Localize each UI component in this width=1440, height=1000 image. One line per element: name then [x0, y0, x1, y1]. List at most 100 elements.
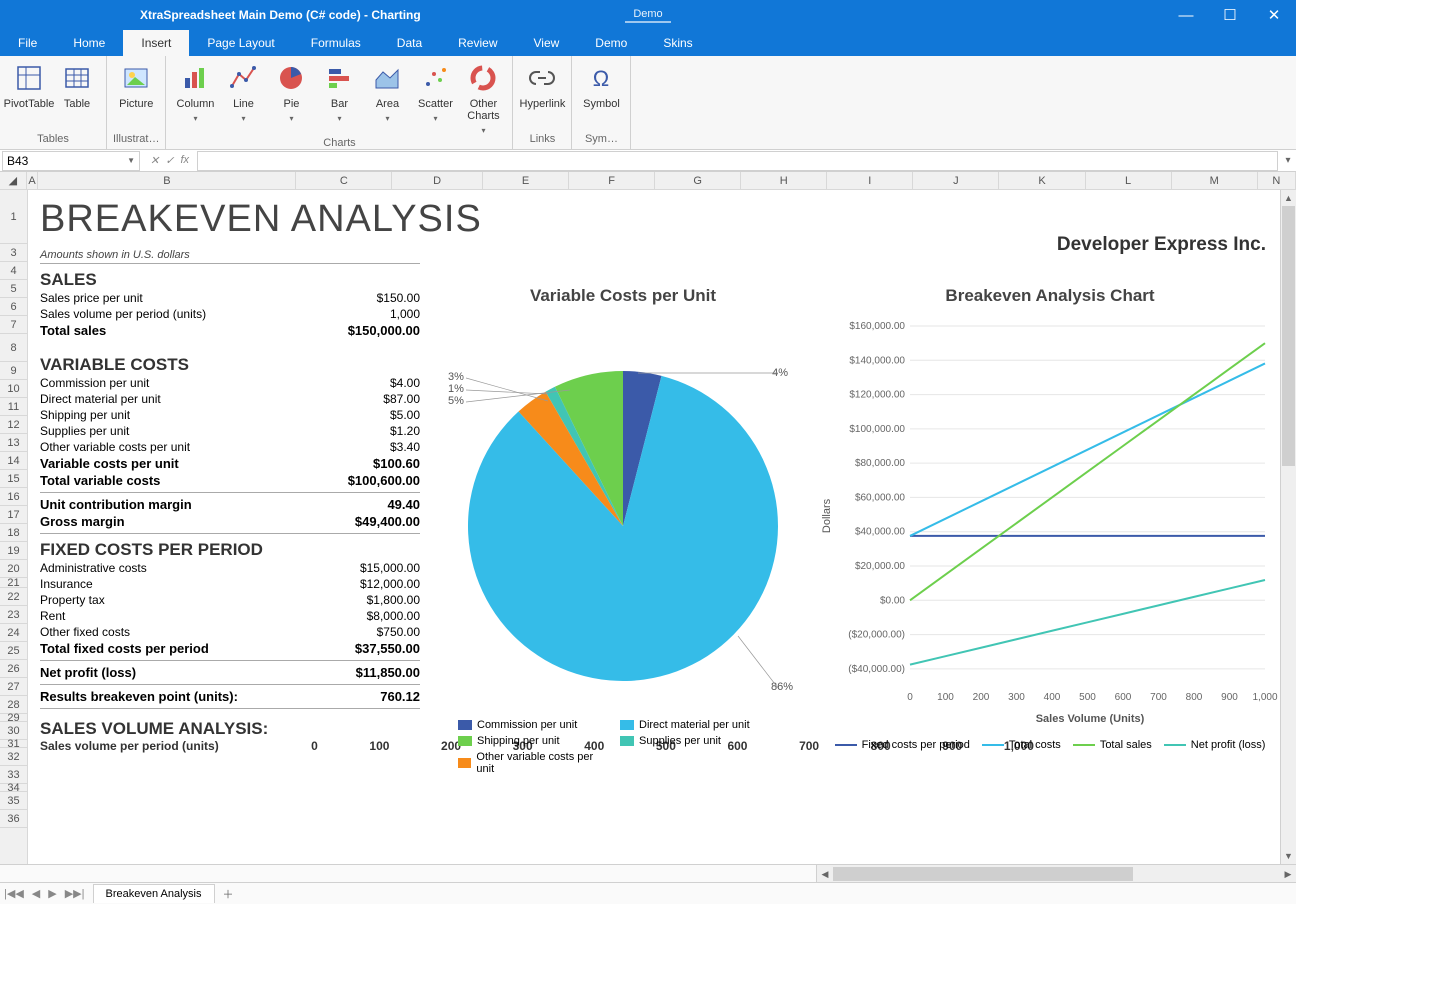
sheet-tab[interactable]: Breakeven Analysis — [93, 884, 215, 903]
tab-home[interactable]: Home — [55, 30, 123, 56]
col-header[interactable]: F — [569, 172, 655, 189]
sheet-nav-prev[interactable]: ◀ — [28, 887, 44, 900]
row-header[interactable]: 3 — [0, 244, 27, 262]
sheet-nav-next[interactable]: ▶ — [44, 887, 60, 900]
row-header[interactable]: 4 — [0, 262, 27, 280]
tab-formulas[interactable]: Formulas — [293, 30, 379, 56]
fx-button[interactable]: fx — [180, 154, 189, 167]
pie-chart: Variable Costs per Unit 4% — [438, 286, 808, 775]
scroll-right-button[interactable]: ▶ — [1280, 865, 1296, 883]
col-header[interactable]: G — [655, 172, 741, 189]
svg-text:300: 300 — [1008, 692, 1025, 703]
tab-view[interactable]: View — [516, 30, 578, 56]
col-header[interactable]: J — [913, 172, 999, 189]
row-header[interactable]: 29 — [0, 714, 27, 722]
row-header[interactable]: 22 — [0, 588, 27, 606]
tab-review[interactable]: Review — [440, 30, 515, 56]
row-header[interactable]: 34 — [0, 784, 27, 792]
name-box[interactable]: B43 ▼ — [2, 151, 140, 171]
row-header[interactable]: 18 — [0, 524, 27, 542]
maximize-button[interactable]: ☐ — [1208, 0, 1252, 30]
col-header[interactable]: A — [27, 172, 39, 189]
minimize-button[interactable]: — — [1164, 0, 1208, 30]
row-header[interactable]: 24 — [0, 624, 27, 642]
row-header[interactable]: 15 — [0, 470, 27, 488]
tab-demo[interactable]: Demo — [577, 30, 645, 56]
row-header[interactable]: 31 — [0, 740, 27, 748]
col-header[interactable]: H — [741, 172, 827, 189]
scroll-down-button[interactable]: ▼ — [1281, 848, 1296, 864]
svg-text:($40,000.00): ($40,000.00) — [848, 664, 905, 675]
scroll-up-button[interactable]: ▲ — [1281, 190, 1296, 206]
hyperlink-button[interactable]: Hyperlink — [519, 60, 565, 112]
row-header[interactable]: 8 — [0, 334, 27, 362]
col-header[interactable]: K — [999, 172, 1085, 189]
row-header[interactable]: 10 — [0, 380, 27, 398]
svg-text:Sales Volume (Units): Sales Volume (Units) — [1036, 713, 1145, 725]
col-header[interactable]: C — [296, 172, 392, 189]
tab-page-layout[interactable]: Page Layout — [189, 30, 292, 56]
picture-button[interactable]: Picture — [113, 60, 159, 112]
row-header[interactable]: 5 — [0, 280, 27, 298]
col-header[interactable]: N — [1258, 172, 1296, 189]
row-header[interactable]: 9 — [0, 362, 27, 380]
row-header[interactable]: 35 — [0, 792, 27, 810]
tab-insert[interactable]: Insert — [123, 30, 189, 56]
tab-file[interactable]: File — [0, 30, 55, 56]
col-header[interactable]: I — [827, 172, 913, 189]
cells-area[interactable]: BREAKEVEN ANALYSIS Developer Express Inc… — [28, 190, 1296, 864]
table-button[interactable]: Table — [54, 60, 100, 112]
symbol-icon: Ω — [585, 62, 617, 94]
row-header[interactable]: 27 — [0, 678, 27, 696]
sheet-nav-first[interactable]: |◀◀ — [0, 887, 28, 900]
row-header[interactable]: 6 — [0, 298, 27, 316]
accept-formula-button[interactable]: ✓ — [165, 154, 174, 167]
other-charts-button[interactable]: OtherCharts▾ — [460, 60, 506, 137]
symbol-button[interactable]: ΩSymbol — [578, 60, 624, 112]
row-header[interactable]: 1 — [0, 190, 27, 244]
row-header[interactable]: 23 — [0, 606, 27, 624]
row-header[interactable]: 25 — [0, 642, 27, 660]
row-header[interactable]: 7 — [0, 316, 27, 334]
chevron-down-icon[interactable]: ▼ — [127, 156, 135, 165]
cancel-formula-button[interactable]: ✕ — [150, 154, 159, 167]
col-header[interactable]: E — [483, 172, 569, 189]
row-header[interactable]: 13 — [0, 434, 27, 452]
pivottable-button[interactable]: PivotTable — [6, 60, 52, 112]
pie-button[interactable]: Pie▾ — [268, 60, 314, 125]
row-header[interactable]: 19 — [0, 542, 27, 560]
scroll-left-button[interactable]: ◀ — [817, 865, 833, 883]
column-button[interactable]: Column▾ — [172, 60, 218, 125]
legend-item: Supplies per unit — [620, 735, 770, 747]
col-header[interactable]: M — [1172, 172, 1258, 189]
row-header[interactable]: 14 — [0, 452, 27, 470]
row-header[interactable]: 20 — [0, 560, 27, 578]
select-all-corner[interactable]: ◢ — [0, 172, 27, 189]
row-header[interactable]: 12 — [0, 416, 27, 434]
scatter-button[interactable]: Scatter▾ — [412, 60, 458, 125]
formula-expand-button[interactable]: ▾ — [1280, 155, 1296, 166]
row-header[interactable]: 26 — [0, 660, 27, 678]
scroll-thumb[interactable] — [1282, 206, 1295, 466]
tab-data[interactable]: Data — [379, 30, 440, 56]
close-button[interactable]: ✕ — [1252, 0, 1296, 30]
line-button[interactable]: Line▾ — [220, 60, 266, 125]
col-header[interactable]: L — [1086, 172, 1172, 189]
row-header[interactable]: 11 — [0, 398, 27, 416]
sheet-nav-last[interactable]: ▶▶| — [61, 887, 89, 900]
row-header[interactable]: 17 — [0, 506, 27, 524]
row-header[interactable]: 32 — [0, 748, 27, 766]
tab-skins[interactable]: Skins — [645, 30, 710, 56]
formula-input[interactable] — [197, 151, 1278, 171]
hscroll-thumb[interactable] — [833, 867, 1133, 881]
row-header[interactable]: 21 — [0, 578, 27, 588]
horizontal-scrollbar[interactable]: ◀ ▶ — [0, 864, 1296, 882]
col-header[interactable]: B — [38, 172, 296, 189]
row-header[interactable]: 16 — [0, 488, 27, 506]
col-header[interactable]: D — [392, 172, 483, 189]
row-header[interactable]: 36 — [0, 810, 27, 828]
bar-button[interactable]: Bar▾ — [316, 60, 362, 125]
area-button[interactable]: Area▾ — [364, 60, 410, 125]
add-sheet-button[interactable]: ＋ — [215, 886, 242, 902]
vertical-scrollbar[interactable]: ▲ ▼ — [1280, 190, 1296, 864]
